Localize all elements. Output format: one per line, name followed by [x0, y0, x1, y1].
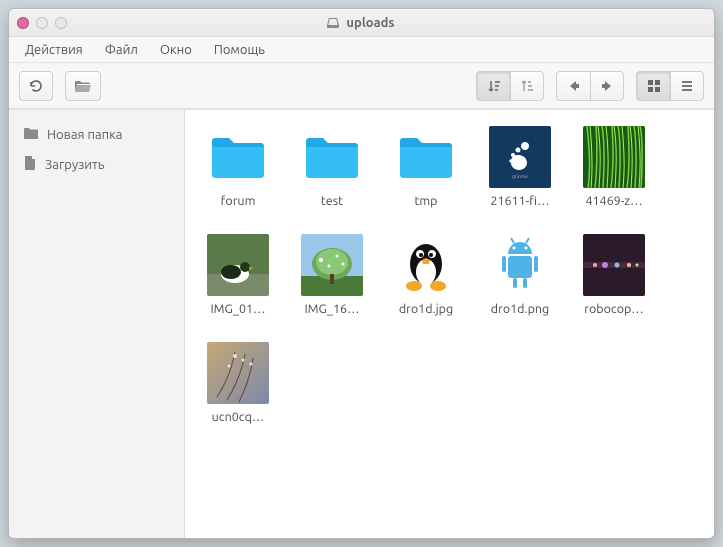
- folder-item[interactable]: forum: [205, 126, 271, 208]
- folder-open-icon: [74, 79, 92, 93]
- list-icon: [680, 79, 694, 93]
- file-thumbnail: [395, 234, 457, 296]
- file-manager-window: uploads Действия Файл Окно Помощь: [8, 8, 715, 539]
- view-list-button[interactable]: [670, 71, 704, 101]
- file-thumbnail: [583, 234, 645, 296]
- sidebar-item-label: Загрузить: [45, 158, 105, 172]
- drive-icon: [326, 16, 340, 30]
- sidebar-new-folder[interactable]: Новая папка: [9, 120, 184, 149]
- file-label: tmp: [414, 194, 437, 208]
- file-label: IMG_16…: [304, 302, 359, 316]
- file-item[interactable]: ucn0cq…: [205, 342, 271, 424]
- toolbar: [9, 63, 714, 109]
- sidebar: Новая папка Загрузить: [9, 110, 185, 538]
- sort-asc-button[interactable]: [476, 71, 510, 101]
- file-item[interactable]: gnome 21611-fi…: [487, 126, 553, 208]
- file-label: ucn0cq…: [212, 410, 265, 424]
- file-item[interactable]: dro1d.jpg: [393, 234, 459, 316]
- menu-actions[interactable]: Действия: [25, 43, 83, 57]
- grid-icon: [647, 79, 661, 93]
- file-thumbnail: [207, 234, 269, 296]
- grid-row: IMG_01… IMG_16… dro1d.jpg dro1d.png robocop…: [189, 234, 714, 316]
- close-window-button[interactable]: [17, 17, 29, 29]
- sort-desc-button[interactable]: [510, 71, 544, 101]
- file-item[interactable]: IMG_01…: [205, 234, 271, 316]
- window-title-wrap: uploads: [75, 16, 646, 30]
- file-thumbnail: [583, 126, 645, 188]
- content-area: Новая папка Загрузить forum test tmp gnome 2…: [9, 109, 714, 538]
- menu-help[interactable]: Помощь: [214, 43, 265, 57]
- menubar: Действия Файл Окно Помощь: [9, 37, 714, 63]
- file-label: IMG_01…: [210, 302, 265, 316]
- folder-icon: [301, 126, 363, 188]
- file-thumbnail: [489, 234, 551, 296]
- file-thumbnail: [207, 342, 269, 404]
- file-grid[interactable]: forum test tmp gnome 21611-fi… 41469-z… IMG_0…: [185, 110, 714, 538]
- window-title: uploads: [346, 16, 394, 30]
- grid-row: ucn0cq…: [189, 342, 714, 424]
- refresh-button[interactable]: [19, 71, 53, 101]
- sidebar-upload[interactable]: Загрузить: [9, 149, 184, 180]
- folder-icon: [207, 126, 269, 188]
- nav-group: [556, 71, 624, 101]
- maximize-window-button[interactable]: [55, 17, 67, 29]
- nav-back-button[interactable]: [556, 71, 590, 101]
- open-folder-button[interactable]: [65, 71, 101, 101]
- file-label: 41469-z…: [585, 194, 642, 208]
- file-item[interactable]: 41469-z…: [581, 126, 647, 208]
- titlebar: uploads: [9, 9, 714, 37]
- menu-window[interactable]: Окно: [160, 43, 192, 57]
- file-item[interactable]: robocop…: [581, 234, 647, 316]
- file-label: robocop…: [584, 302, 643, 316]
- nav-forward-button[interactable]: [590, 71, 624, 101]
- upload-icon: [23, 155, 37, 174]
- sidebar-item-label: Новая папка: [47, 128, 122, 142]
- sort-group: [476, 71, 544, 101]
- file-thumbnail: [301, 234, 363, 296]
- sort-asc-icon: [486, 78, 502, 94]
- file-label: 21611-fi…: [490, 194, 549, 208]
- file-label: dro1d.jpg: [399, 302, 453, 316]
- arrow-right-icon: [600, 79, 614, 93]
- sort-desc-icon: [519, 78, 535, 94]
- minimize-window-button[interactable]: [36, 17, 48, 29]
- svg-text:gnome: gnome: [512, 173, 528, 179]
- view-grid-button[interactable]: [636, 71, 670, 101]
- folder-icon: [23, 126, 39, 143]
- file-item[interactable]: IMG_16…: [299, 234, 365, 316]
- folder-item[interactable]: tmp: [393, 126, 459, 208]
- file-label: forum: [221, 194, 256, 208]
- menu-file[interactable]: Файл: [105, 43, 138, 57]
- grid-row: forum test tmp gnome 21611-fi… 41469-z…: [189, 126, 714, 208]
- file-label: test: [321, 194, 343, 208]
- file-thumbnail: gnome: [489, 126, 551, 188]
- arrow-left-icon: [567, 79, 581, 93]
- folder-item[interactable]: test: [299, 126, 365, 208]
- file-label: dro1d.png: [491, 302, 549, 316]
- folder-icon: [395, 126, 457, 188]
- file-item[interactable]: dro1d.png: [487, 234, 553, 316]
- view-group: [636, 71, 704, 101]
- window-controls: [17, 17, 67, 29]
- refresh-icon: [28, 78, 44, 94]
